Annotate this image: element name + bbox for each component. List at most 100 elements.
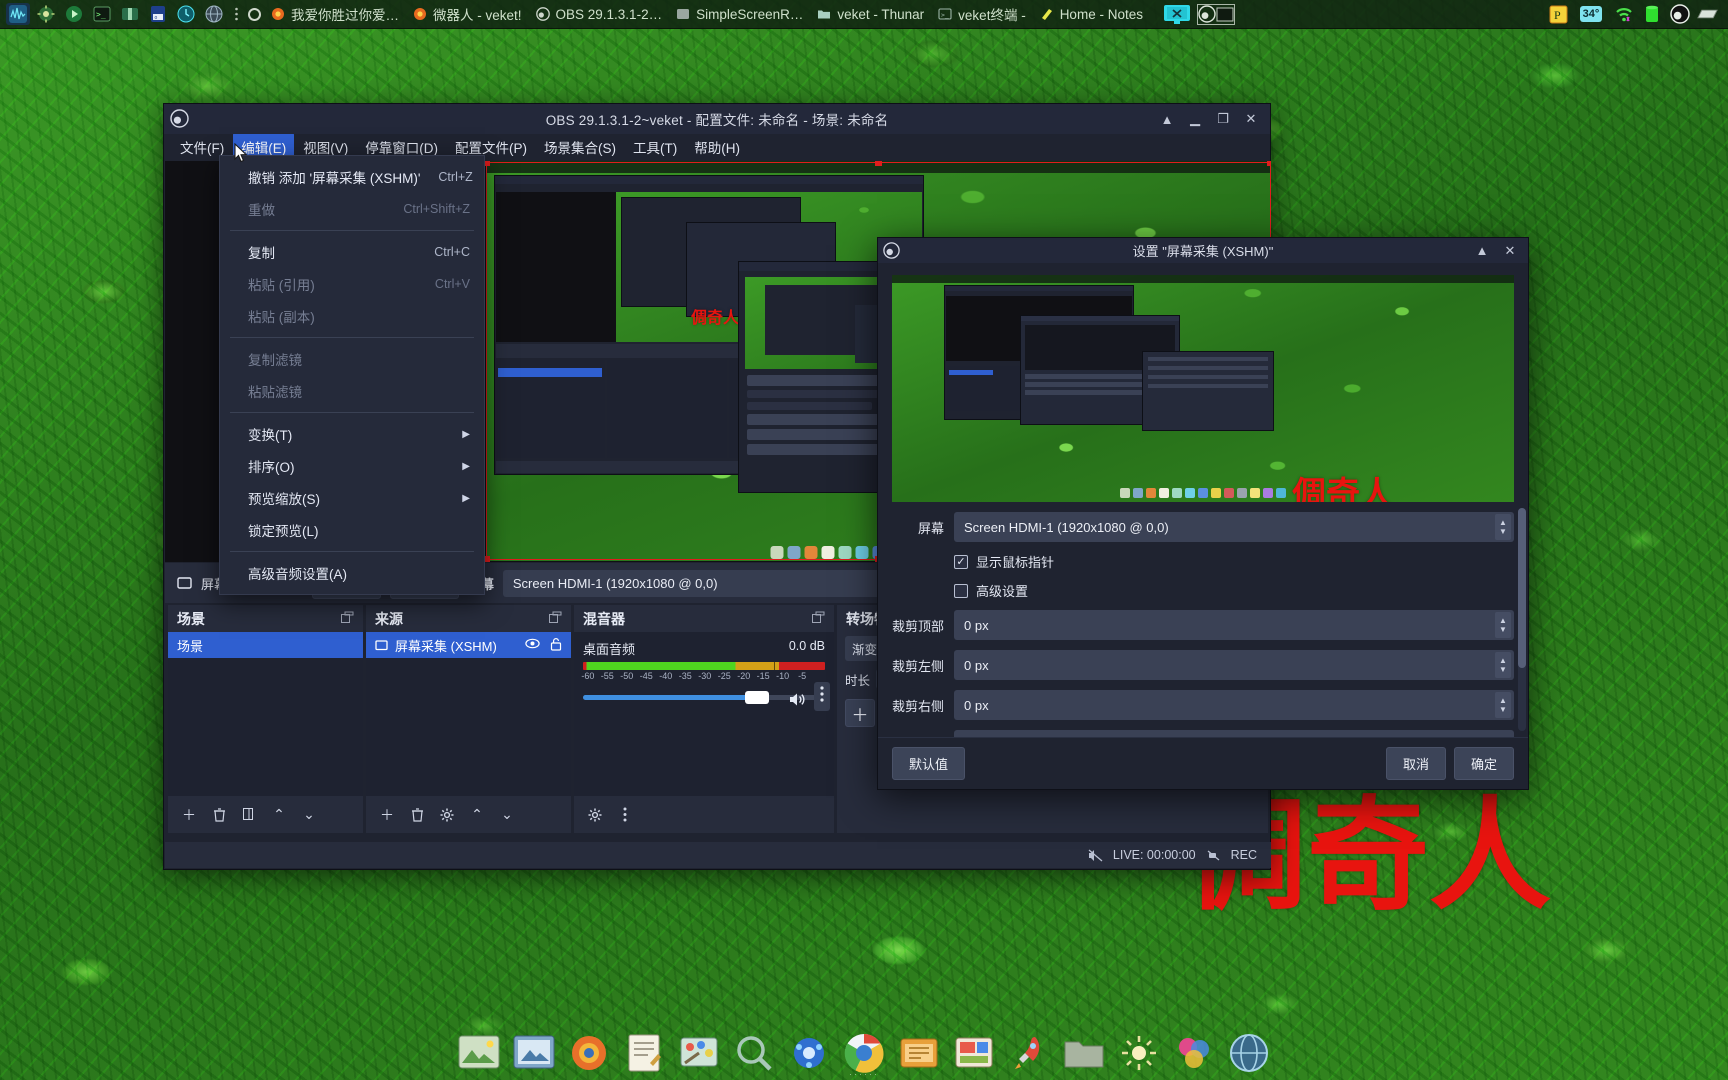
vertical-dots-icon[interactable] bbox=[612, 803, 638, 827]
battery-icon[interactable] bbox=[1641, 4, 1662, 25]
settings-icon[interactable] bbox=[786, 1030, 832, 1076]
dialog-scrollbar[interactable] bbox=[1518, 508, 1526, 731]
undock-icon[interactable] bbox=[341, 611, 354, 627]
wifi-icon[interactable] bbox=[1613, 4, 1634, 25]
paint-icon[interactable] bbox=[676, 1030, 722, 1076]
unlock-icon[interactable] bbox=[550, 637, 562, 654]
selection-handle-tr[interactable] bbox=[1267, 161, 1271, 166]
menu-item-transform[interactable]: 变换(T) ▶ bbox=[220, 418, 484, 450]
undock-icon[interactable] bbox=[549, 611, 562, 627]
globe-icon[interactable] bbox=[202, 3, 226, 25]
image-editor-icon[interactable] bbox=[511, 1030, 557, 1076]
printer-icon[interactable]: P bbox=[1548, 4, 1569, 25]
notes-icon[interactable] bbox=[621, 1030, 667, 1076]
move-up-icon[interactable]: ⌃ bbox=[266, 803, 292, 827]
menu-scene-collection[interactable]: 场景集合(S) bbox=[536, 133, 624, 161]
field-advanced-settings[interactable]: 高级设置 bbox=[954, 581, 1514, 600]
field-crop-bottom[interactable]: 裁剪底部 0 px bbox=[892, 730, 1514, 737]
scenes-list[interactable]: 场景 bbox=[168, 632, 363, 796]
sources-list[interactable]: 屏幕采集 (XSHM) bbox=[366, 632, 571, 796]
record-dot-icon[interactable] bbox=[246, 3, 262, 25]
scenes-footer[interactable]: ＋ ⌃ ⌄ bbox=[168, 796, 363, 833]
menu-item-preview-scaling[interactable]: 预览缩放(S) ▶ bbox=[220, 482, 484, 514]
media-play-icon[interactable] bbox=[62, 3, 86, 25]
temperature-indicator[interactable]: 34° bbox=[1576, 4, 1606, 25]
picture-viewer-icon[interactable] bbox=[456, 1030, 502, 1076]
menu-item-copy-filters[interactable]: 复制滤镜 bbox=[220, 343, 484, 375]
media-icon[interactable] bbox=[951, 1030, 997, 1076]
clock-icon[interactable] bbox=[174, 3, 198, 25]
menu-item-lock-preview[interactable]: 锁定预览(L) bbox=[220, 514, 484, 546]
remove-icon[interactable] bbox=[206, 803, 232, 827]
taskbar-item-2[interactable]: OBS 29.1.3.1-2… bbox=[529, 5, 670, 24]
move-up-icon[interactable]: ⌃ bbox=[464, 803, 490, 827]
close-button[interactable]: ✕ bbox=[1497, 240, 1523, 262]
source-properties-dialog[interactable]: 设置 "屏幕采集 (XSHM)" ▲ ✕ 倜奇人 屏幕 Screen HDMI-… bbox=[877, 237, 1529, 790]
checkbox-show-cursor[interactable]: ✓ bbox=[954, 554, 968, 569]
checkbox-advanced-settings[interactable] bbox=[954, 583, 968, 598]
move-down-icon[interactable]: ⌄ bbox=[494, 803, 520, 827]
spinner-icon[interactable]: ▲ ▼ bbox=[1495, 652, 1511, 678]
cancel-button[interactable]: 取消 bbox=[1385, 747, 1446, 780]
sources-footer[interactable]: ＋ ⌃ ⌄ bbox=[366, 796, 571, 833]
dialog-footer[interactable]: 默认值 取消 确定 bbox=[878, 737, 1528, 789]
menu-item-paste-filters[interactable]: 粘贴滤镜 bbox=[220, 375, 484, 407]
files-icon[interactable] bbox=[896, 1030, 942, 1076]
scrollbar-thumb[interactable] bbox=[1518, 508, 1526, 668]
menu-tools[interactable]: 工具(T) bbox=[625, 133, 685, 161]
list-item[interactable]: 屏幕采集 (XSHM) bbox=[366, 632, 571, 658]
move-down-icon[interactable]: ⌄ bbox=[296, 803, 322, 827]
add-icon[interactable]: ＋ bbox=[176, 803, 202, 827]
obs-titlebar[interactable]: OBS 29.1.3.1-2~veket - 配置文件: 未命名 - 场景: 未… bbox=[164, 104, 1270, 134]
scenes-dock[interactable]: 场景 场景 ＋ ⌃ ⌄ bbox=[168, 605, 363, 833]
field-crop-right[interactable]: 裁剪右侧 0 px ▲ ▼ bbox=[892, 690, 1514, 720]
mixer-channels[interactable]: 桌面音频 0.0 dB -60 -55 -50 -45 -40 -35 -30 -25 -20-… bbox=[574, 632, 834, 796]
menu-item-advanced-audio[interactable]: 高级音频设置(A) bbox=[220, 557, 484, 589]
system-tray[interactable]: P 34° bbox=[1548, 4, 1724, 25]
shade-button[interactable]: ▲ bbox=[1154, 108, 1180, 130]
archive-icon[interactable] bbox=[118, 3, 142, 25]
dialog-titlebar[interactable]: 设置 "屏幕采集 (XSHM)" ▲ ✕ bbox=[878, 238, 1528, 263]
settings-gear-icon[interactable] bbox=[34, 3, 58, 25]
search-icon[interactable] bbox=[731, 1030, 777, 1076]
obs-window-controls[interactable]: ▲ ▁ ❐ ✕ bbox=[1154, 108, 1264, 130]
taskbar-item-4[interactable]: veket - Thunar bbox=[810, 5, 931, 24]
text-editor-icon[interactable]: o bbox=[146, 3, 170, 25]
gear-icon[interactable] bbox=[582, 803, 608, 827]
field-crop-top[interactable]: 裁剪顶部 0 px ▲ ▼ bbox=[892, 610, 1514, 640]
dialog-window-controls[interactable]: ▲ ✕ bbox=[1469, 240, 1523, 262]
field-screen-select[interactable]: Screen HDMI-1 (1920x1080 @ 0,0) ▲ ▼ bbox=[954, 512, 1514, 542]
firefox-icon[interactable] bbox=[566, 1030, 612, 1076]
taskbar-item-3[interactable]: SimpleScreenR… bbox=[669, 5, 810, 24]
taskbar-item-1[interactable]: 微器人 - veket! bbox=[406, 2, 529, 26]
spinner-icon[interactable]: ▲ ▼ bbox=[1495, 692, 1511, 718]
audio-mixer-icon[interactable] bbox=[6, 3, 30, 25]
taskbar-item-5[interactable]: >_ veket终端 - bbox=[931, 2, 1033, 26]
mixer-dock[interactable]: 混音器 桌面音频 0.0 dB -60 -55 -50 -45 -40 -35 -30 -25… bbox=[574, 605, 834, 833]
add-transition-button[interactable]: ＋ bbox=[845, 699, 875, 727]
menu-item-copy[interactable]: 复制 Ctrl+C bbox=[220, 236, 484, 268]
shade-button[interactable]: ▲ bbox=[1469, 240, 1495, 262]
undock-icon[interactable] bbox=[812, 611, 825, 627]
close-button[interactable]: ✕ bbox=[1238, 108, 1264, 130]
spinner-icon[interactable]: ▲ ▼ bbox=[1495, 612, 1511, 638]
menu-item-redo[interactable]: 重做 Ctrl+Shift+Z bbox=[220, 193, 484, 225]
menu-dots-icon[interactable] bbox=[230, 3, 242, 25]
field-crop-left-input[interactable]: 0 px ▲ ▼ bbox=[954, 650, 1514, 680]
list-item[interactable]: 场景 bbox=[168, 632, 363, 658]
terminal-icon[interactable]: >_ bbox=[90, 3, 114, 25]
spinner-icon[interactable]: ▲ ▼ bbox=[1495, 514, 1511, 540]
workspace-2-icon[interactable] bbox=[1196, 3, 1236, 26]
menu-item-undo[interactable]: 撤销 添加 '屏幕采集 (XSHM)' Ctrl+Z bbox=[220, 161, 484, 193]
colors-icon[interactable] bbox=[1171, 1030, 1217, 1076]
field-crop-left[interactable]: 裁剪左侧 0 px ▲ ▼ bbox=[892, 650, 1514, 680]
vertical-dots-icon[interactable] bbox=[814, 682, 830, 711]
obs-tray-icon[interactable] bbox=[1669, 4, 1690, 25]
mixer-footer[interactable] bbox=[574, 796, 834, 833]
add-icon[interactable]: ＋ bbox=[374, 803, 400, 827]
taskbar[interactable]: >_ o 我爱你胜过你爱… 微器人 - veket! OBS 29.1.3.1-… bbox=[0, 0, 1728, 29]
field-screen[interactable]: 屏幕 Screen HDMI-1 (1920x1080 @ 0,0) ▲ ▼ bbox=[892, 512, 1514, 542]
menu-help[interactable]: 帮助(H) bbox=[686, 133, 748, 161]
sources-dock[interactable]: 来源 屏幕采集 (XSHM) ＋ ⌃ ⌄ bbox=[366, 605, 571, 833]
eye-icon[interactable] bbox=[525, 637, 540, 654]
